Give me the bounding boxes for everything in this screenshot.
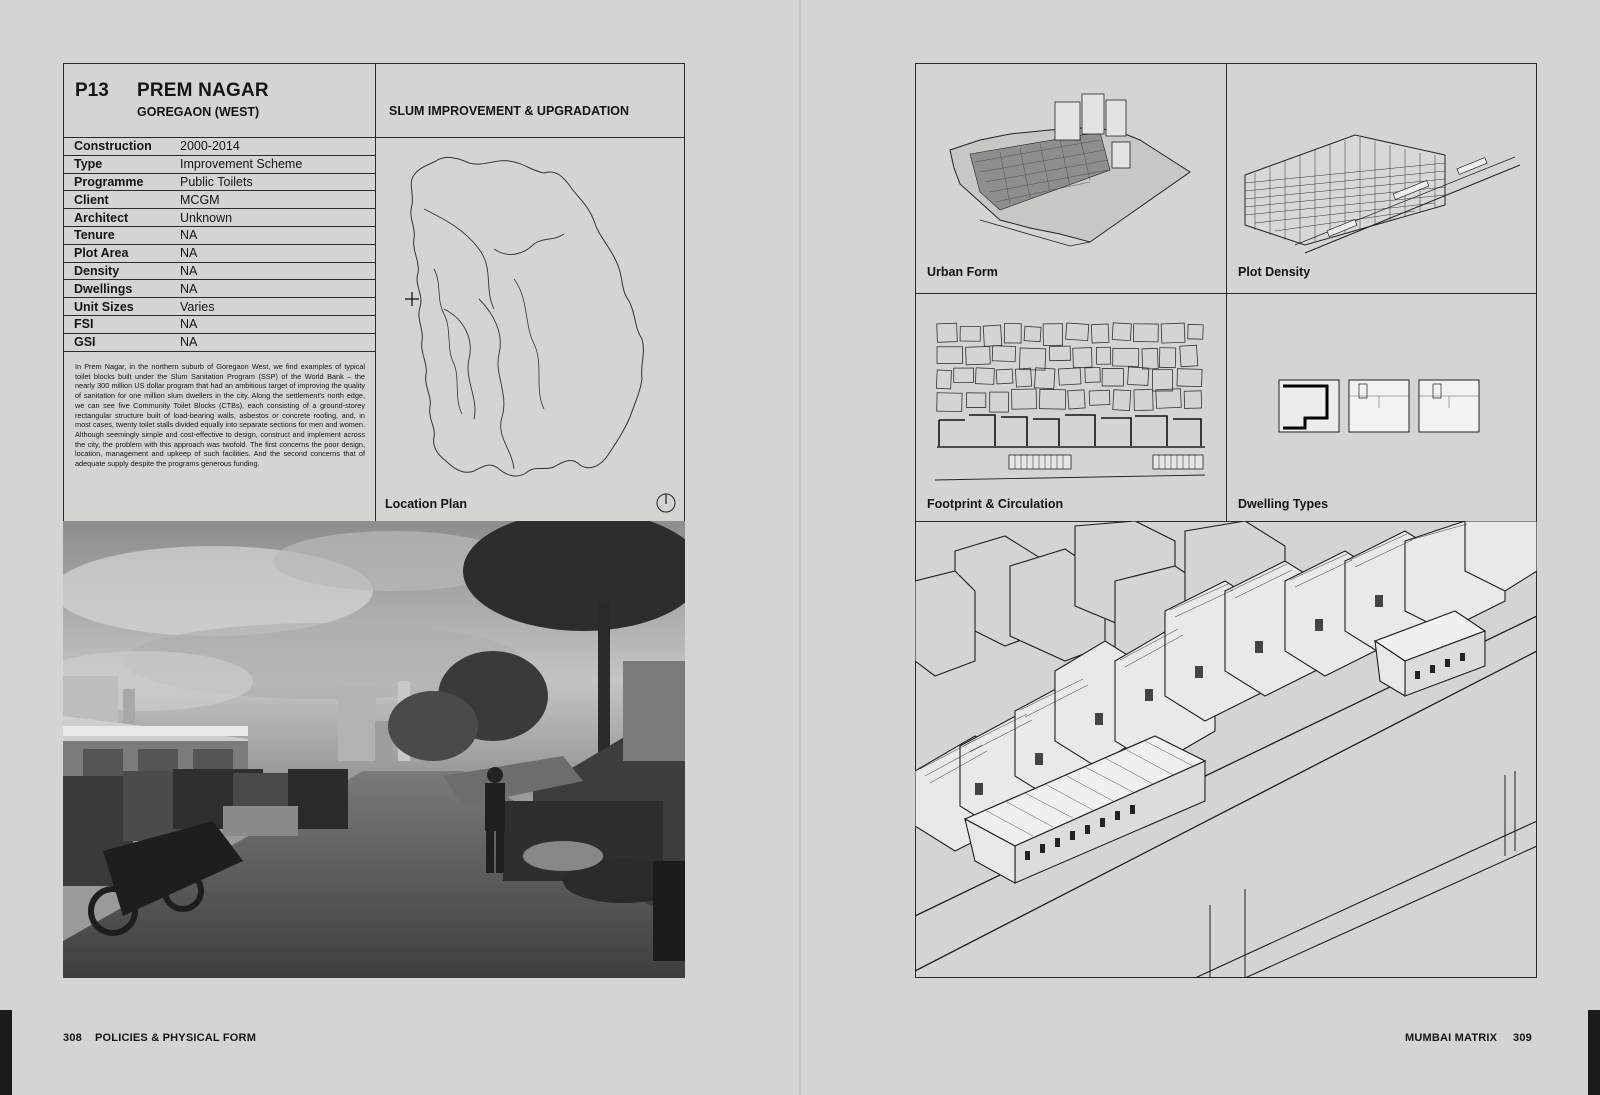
table-row: Type Improvement Scheme [64,154,375,174]
project-location: GOREGAON (WEST) [137,105,260,119]
urban-form-label: Urban Form [927,265,998,279]
spec-table: Construction 2000-2014 Type Improvement Sc… [64,137,375,352]
project-code: P13 [75,80,109,101]
left-page-edge-tab [0,1010,12,1095]
footprint-circulation-drawing [935,322,1206,481]
footprint-circulation-label: Footprint & Circulation [927,497,1064,511]
table-row: Dwellings NA [64,279,375,299]
north-arrow-icon [656,493,676,513]
project-category: SLUM IMPROVEMENT & UPGRADATION [389,104,630,118]
table-row: Architect Unknown [64,208,375,227]
table-row: Unit Sizes Varies [64,297,375,316]
location-plan-label: Location Plan [385,497,467,511]
project-info-card: P13 PREM NAGAR GOREGAON (WEST) SLUM IMPR… [63,63,685,522]
table-row: Plot Area NA [64,243,375,263]
table-row: Construction 2000-2014 [64,137,375,156]
project-description: In Prem Nagar, in the northern suburb of… [75,362,365,469]
dwelling-types-drawing [1278,379,1480,433]
project-name: PREM NAGAR [137,80,269,101]
table-row: Programme Public Toilets [64,172,375,192]
street-photograph [63,521,685,978]
table-row: GSI NA [64,332,375,352]
urban-form-drawing [949,93,1191,247]
plot-density-label: Plot Density [1238,265,1311,279]
table-row: Density NA [64,261,375,281]
book-spine [799,0,801,1095]
left-page-number: 308 [63,1032,82,1044]
right-page-edge-tab [1588,1010,1600,1095]
table-row: FSI NA [64,314,375,334]
dwelling-types-label: Dwelling Types [1238,497,1329,511]
table-row: Tenure NA [64,225,375,245]
plot-density-drawing [1244,134,1521,254]
left-section-title: POLICIES & PHYSICAL FORM [95,1032,257,1044]
table-row: Client MCGM [64,190,375,210]
axonometric-drawing [915,521,1537,978]
right-page-number: 309 [1513,1032,1532,1044]
location-plan-map [405,156,644,477]
right-section-title: MUMBAI MATRIX [1405,1032,1498,1044]
